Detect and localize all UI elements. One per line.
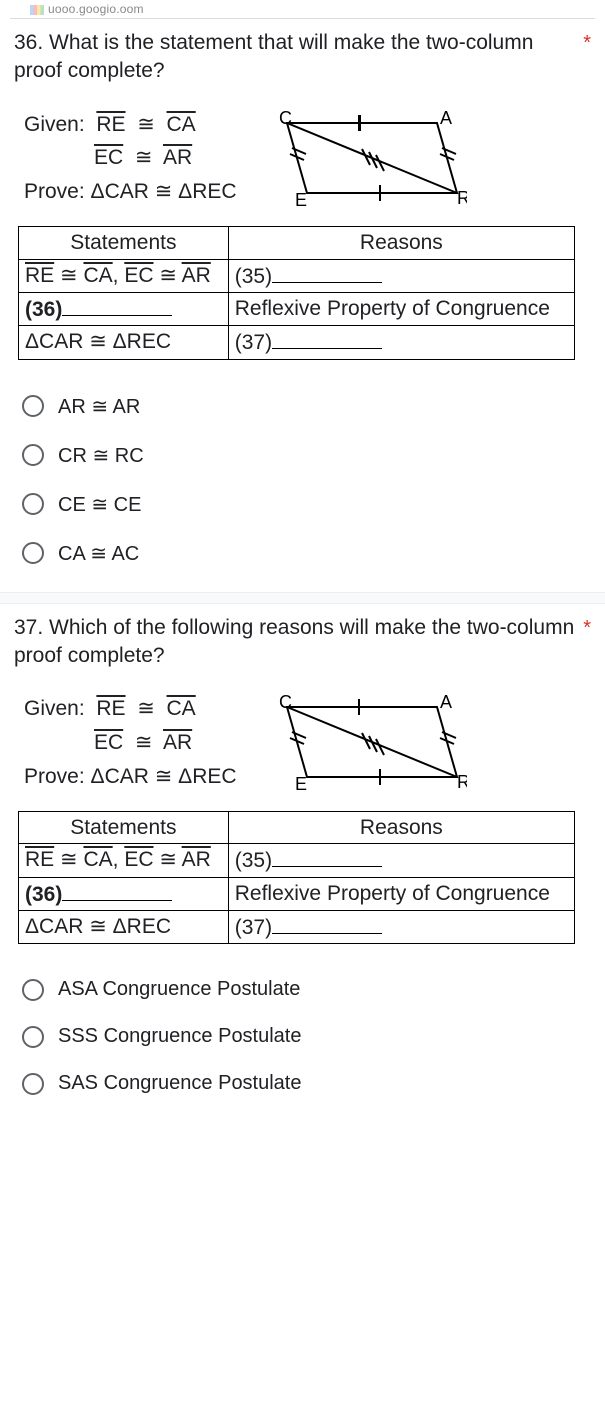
question-36: 36. What is the statement that will make… [0,19,605,592]
prove-label: Prove: [24,180,85,203]
option-b[interactable]: SSS Congruence Postulate [18,1013,591,1060]
radio-icon [22,1026,44,1048]
statement-conclusion: ΔCAR ≅ ΔREC [19,326,229,359]
option-c-label: CE ≅ CE [58,492,141,517]
reason-37: (37) [235,331,272,354]
svg-text:R: R [457,772,467,792]
svg-text:E: E [295,774,307,792]
table-row: (36) Reflexive Property of Congruence [19,877,575,910]
seg: EC [124,848,153,871]
reason-37: (37) [235,916,272,939]
two-column-proof-table: Statements Reasons RE ≅ CA, EC ≅ AR (35)… [18,811,575,944]
option-c[interactable]: SAS Congruence Postulate [18,1060,591,1107]
option-d-label: CA ≅ AC [58,541,139,566]
table-row: RE ≅ CA, EC ≅ AR (35) [19,844,575,877]
segment-ec: EC [94,146,123,169]
table-row: ΔCAR ≅ ΔREC (37) [19,326,575,359]
radio-icon [22,444,44,466]
table-row: RE ≅ CA, EC ≅ AR (35) [19,259,575,292]
segment-ca: CA [167,113,196,136]
two-column-proof-table: Statements Reasons RE ≅ CA, EC ≅ AR (35)… [18,226,575,359]
question-37: 37. Which of the following reasons will … [0,604,605,1122]
statement-conclusion: ΔCAR ≅ ΔREC [19,911,229,944]
option-a[interactable]: AR ≅ AR [18,382,591,431]
col-header-statements: Statements [19,227,229,259]
parallelogram-diagram: C A E R [257,692,467,792]
option-c-label: SAS Congruence Postulate [58,1072,302,1095]
seg: AR [182,264,211,287]
seg: RE [25,848,54,871]
option-c[interactable]: CE ≅ CE [18,480,591,529]
vertex-a-label: A [440,108,452,128]
congruent-symbol: ≅ [135,146,153,169]
congruent-symbol: ≅ [137,113,155,136]
vertex-e-label: E [295,190,307,208]
seg: RE [25,264,54,287]
given-prove-text: Given: RE ≅ CA EC ≅ AR Prove: ΔCAR ≅ ΔRE… [24,108,237,209]
statement-36: (36) [25,883,62,906]
congruent-symbol: ≅ [135,731,153,754]
vertex-c-label: C [279,108,292,128]
radio-icon [22,1073,44,1095]
url-text: uooo.googio.oom [48,2,144,16]
radio-icon [22,493,44,515]
col-header-reasons: Reasons [228,227,574,259]
reason-35: (35) [235,265,272,288]
segment-re: RE [96,113,125,136]
seg: EC [124,264,153,287]
required-indicator: * [583,29,591,53]
congruent-symbol: ≅ [137,697,155,720]
vertex-r-label: R [457,188,467,208]
question-37-prompt: 37. Which of the following reasons will … [14,614,577,671]
option-b-label: SSS Congruence Postulate [58,1025,302,1048]
segment-ec: EC [94,731,123,754]
seg: CA [83,264,112,287]
required-indicator: * [583,614,591,638]
options-list-36: AR ≅ AR CR ≅ RC CE ≅ CE CA ≅ AC [14,378,591,578]
seg: CA [83,848,112,871]
table-row: ΔCAR ≅ ΔREC (37) [19,911,575,944]
options-list-37: ASA Congruence Postulate SSS Congruence … [14,962,591,1107]
option-a-label: AR ≅ AR [58,394,140,419]
reason-35: (35) [235,849,272,872]
question-divider [0,592,605,604]
option-d[interactable]: CA ≅ AC [18,529,591,578]
radio-icon [22,979,44,1001]
radio-icon [22,542,44,564]
prove-label: Prove: [24,765,85,788]
given-label: Given: [24,697,85,720]
proof-given-block: Given: RE ≅ CA EC ≅ AR Prove: ΔCAR ≅ ΔRE… [24,692,581,793]
segment-ca: CA [167,697,196,720]
option-a-label: ASA Congruence Postulate [58,978,300,1001]
svg-text:A: A [440,692,452,712]
segment-ar: AR [163,731,192,754]
page-source-url: uooo.googio.oom [0,0,605,16]
option-b-label: CR ≅ RC [58,443,144,468]
parallelogram-diagram: C A E R [257,108,467,208]
segment-re: RE [96,697,125,720]
seg: AR [182,848,211,871]
option-a[interactable]: ASA Congruence Postulate [18,966,591,1013]
given-prove-text: Given: RE ≅ CA EC ≅ AR Prove: ΔCAR ≅ ΔRE… [24,692,237,793]
given-label: Given: [24,113,85,136]
svg-text:C: C [279,692,292,712]
prove-statement: ΔCAR ≅ ΔREC [91,765,237,788]
table-row: (36) Reflexive Property of Congruence [19,293,575,326]
reason-reflexive: Reflexive Property of Congruence [228,877,574,910]
col-header-statements: Statements [19,812,229,844]
radio-icon [22,395,44,417]
option-b[interactable]: CR ≅ RC [18,431,591,480]
proof-given-block: Given: RE ≅ CA EC ≅ AR Prove: ΔCAR ≅ ΔRE… [24,108,581,209]
statement-36: (36) [25,298,62,321]
segment-ar: AR [163,146,192,169]
reason-reflexive: Reflexive Property of Congruence [228,293,574,326]
prove-statement: ΔCAR ≅ ΔREC [91,180,237,203]
col-header-reasons: Reasons [228,812,574,844]
question-36-prompt: 36. What is the statement that will make… [14,29,577,86]
